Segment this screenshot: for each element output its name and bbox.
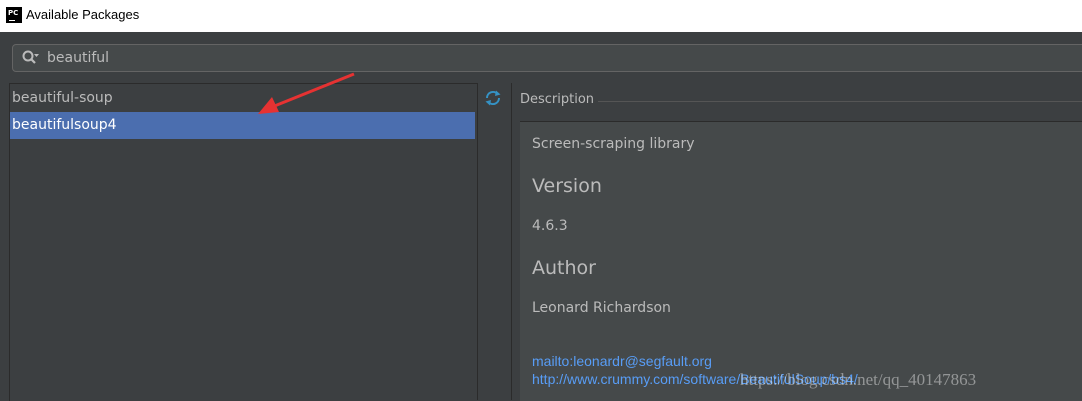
watermark-text: https://blog.csdn.net/qq_40147863 [740, 370, 977, 389]
annotation-arrow-icon [258, 72, 355, 114]
author-heading: Author [532, 257, 596, 279]
version-heading: Version [532, 175, 602, 197]
author-email-link[interactable]: mailto:leonardr@segfault.org [532, 353, 712, 369]
version-value: 4.6.3 [532, 218, 568, 234]
package-item-beautiful-soup[interactable]: beautiful-soup [10, 85, 475, 112]
search-icon[interactable] [21, 49, 39, 67]
refresh-icon[interactable] [484, 89, 502, 107]
description-header: Description [520, 92, 595, 107]
search-input[interactable]: beautiful [12, 44, 1082, 72]
description-content: Screen-scraping library Version 4.6.3 Au… [520, 121, 1082, 401]
description-panel: Description Screen-scraping library Vers… [511, 83, 1082, 401]
package-summary: Screen-scraping library [532, 136, 695, 152]
description-divider [598, 101, 1082, 102]
search-query[interactable]: beautiful [47, 50, 109, 66]
title-bar: PC Available Packages [0, 0, 1082, 32]
package-list[interactable]: beautiful-soup beautifulsoup4 [9, 83, 477, 401]
author-value: Leonard Richardson [532, 300, 671, 316]
window-title: Available Packages [26, 7, 140, 22]
pycharm-app-icon: PC [6, 7, 22, 23]
package-list-toolbar [477, 83, 507, 400]
package-item-beautifulsoup4[interactable]: beautifulsoup4 [10, 112, 475, 139]
